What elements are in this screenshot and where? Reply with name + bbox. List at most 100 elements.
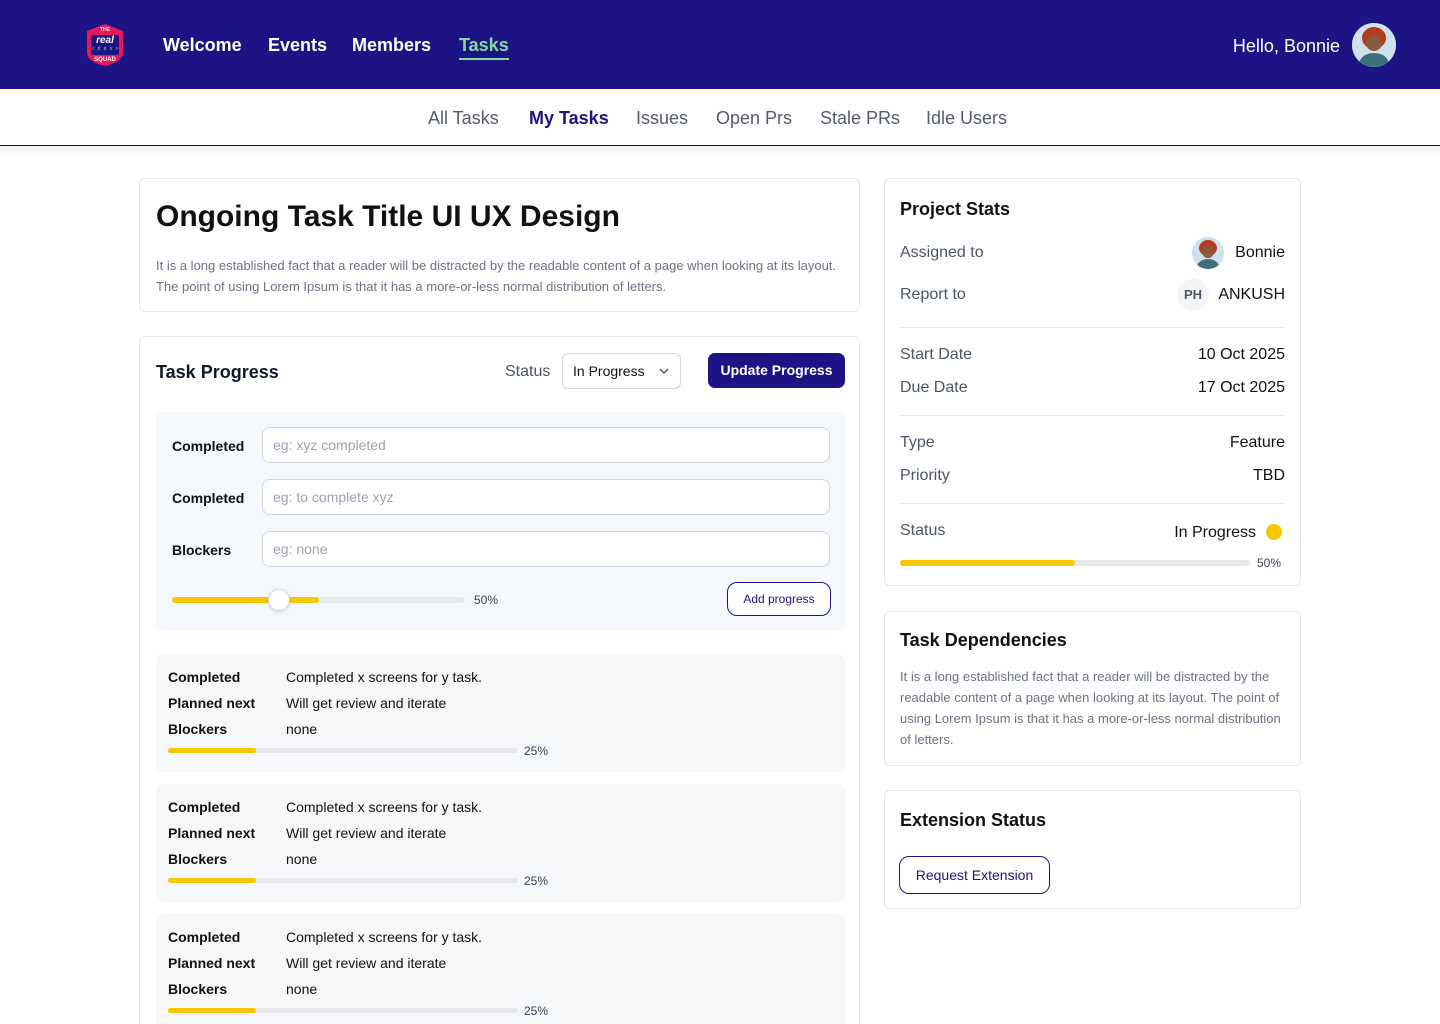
stats-progress-bar — [900, 560, 1250, 566]
update-completed-label: Completed — [168, 929, 241, 945]
update-completed-value: Completed x screens for y task. — [286, 929, 483, 945]
task-title: Ongoing Task Title UI UX Design — [156, 200, 620, 233]
task-description: It is a long established fact that a rea… — [156, 258, 837, 294]
form-label-blockers: Blockers — [172, 542, 232, 558]
user-avatar-icon[interactable] — [1352, 23, 1396, 67]
update-completed-label: Completed — [168, 669, 241, 685]
priority-label: Priority — [900, 467, 950, 484]
subnav-open-prs[interactable]: Open Prs — [716, 107, 792, 129]
update-progress-fill — [168, 748, 256, 753]
progress-slider[interactable] — [172, 589, 465, 611]
nav-members[interactable]: Members — [352, 33, 431, 57]
update-blockers-value: none — [286, 981, 318, 997]
update-progress-value: 25% — [524, 874, 549, 888]
subnav-stale-prs[interactable]: Stale PRs — [820, 107, 900, 129]
update-completed-label: Completed — [168, 799, 241, 815]
project-stats-title: Project Stats — [900, 199, 1011, 219]
subnav-idle-users[interactable]: Idle Users — [926, 107, 1007, 129]
progress-slider-fill — [172, 597, 319, 603]
due-date-value: 17 Oct 2025 — [1197, 379, 1285, 396]
stats-divider — [900, 415, 1285, 416]
stats-divider — [900, 327, 1285, 328]
progress-form-panel: Completed Completed Blockers 50% Add pro… — [156, 412, 845, 630]
update-blockers-value: none — [286, 721, 318, 737]
report-to-value: ANKUSH — [1218, 286, 1285, 303]
real-dev-squad-logo-icon[interactable]: THE real < d e v > SQUAD — [82, 22, 128, 68]
update-progress-fill — [168, 1008, 256, 1013]
type-label: Type — [900, 434, 935, 451]
update-planned-label: Planned next — [168, 695, 256, 711]
update-progress-value: 25% — [524, 1004, 549, 1018]
request-extension-button[interactable]: Request Extension — [899, 856, 1050, 894]
report-to-initials-badge: PH — [1177, 279, 1209, 311]
update-progress-bar — [168, 748, 518, 753]
task-dependencies-card: Task Dependencies It is a long establish… — [884, 611, 1301, 766]
status-select[interactable]: In Progress — [562, 353, 681, 389]
add-progress-button[interactable]: Add progress — [727, 582, 831, 616]
subnav-my-tasks[interactable]: My Tasks — [529, 107, 609, 129]
update-planned-value: Will get review and iterate — [286, 955, 447, 971]
progress-update-item: Completed Completed x screens for y task.… — [156, 914, 845, 1024]
update-planned-value: Will get review and iterate — [286, 695, 447, 711]
status-dot-icon — [1266, 524, 1282, 540]
form-label-planned: Completed — [172, 490, 245, 506]
chevron-down-icon — [658, 355, 670, 402]
nav-events[interactable]: Events — [268, 33, 327, 57]
svg-text:THE: THE — [100, 27, 111, 33]
stats-progress-value: 50% — [1257, 556, 1282, 570]
assigned-to-label: Assigned to — [900, 244, 984, 261]
status-label: Status — [505, 363, 551, 380]
task-subnav: All Tasks My Tasks Issues Open Prs Stale… — [0, 89, 1440, 146]
nav-welcome[interactable]: Welcome — [163, 33, 242, 57]
progress-slider-value: 50% — [474, 593, 499, 607]
blockers-input[interactable] — [262, 531, 830, 567]
stats-status-label: Status — [900, 522, 946, 539]
completed-input[interactable] — [262, 427, 830, 463]
update-blockers-value: none — [286, 851, 318, 867]
project-stats-card: Project Stats Assigned to Bonnie Report … — [884, 178, 1301, 586]
form-label-completed: Completed — [172, 438, 245, 454]
assigned-to-value: Bonnie — [1235, 244, 1285, 261]
priority-value: TBD — [1253, 467, 1285, 484]
nav-tasks[interactable]: Tasks — [459, 33, 509, 60]
report-to-label: Report to — [900, 286, 966, 303]
task-progress-heading: Task Progress — [156, 362, 279, 382]
update-progress-value: 25% — [524, 744, 549, 758]
svg-text:real: real — [96, 35, 114, 46]
due-date-label: Due Date — [900, 379, 968, 396]
stats-divider — [900, 503, 1285, 504]
task-dependencies-description: It is a long established fact that a rea… — [900, 669, 1281, 747]
planned-input[interactable] — [262, 479, 830, 515]
status-select-value: In Progress — [573, 363, 645, 379]
start-date-value: 10 Oct 2025 — [1197, 346, 1285, 363]
subnav-all-tasks[interactable]: All Tasks — [428, 107, 499, 129]
assignee-avatar-icon — [1192, 237, 1224, 269]
progress-update-item: Completed Completed x screens for y task.… — [156, 654, 845, 772]
update-blockers-label: Blockers — [168, 721, 228, 737]
update-planned-label: Planned next — [168, 955, 256, 971]
task-dependencies-title: Task Dependencies — [900, 630, 1067, 650]
progress-slider-thumb[interactable] — [268, 589, 290, 611]
progress-update-item: Completed Completed x screens for y task.… — [156, 784, 845, 902]
update-progress-button[interactable]: Update Progress — [708, 353, 845, 388]
top-navbar: THE real < d e v > SQUAD Welcome Events … — [0, 0, 1440, 89]
update-planned-label: Planned next — [168, 825, 256, 841]
update-progress-bar — [168, 878, 518, 883]
task-progress-card: Task Progress Status In Progress Update … — [139, 336, 860, 1024]
extension-status-title: Extension Status — [900, 810, 1047, 830]
type-value: Feature — [1229, 434, 1285, 451]
update-blockers-label: Blockers — [168, 851, 228, 867]
start-date-label: Start Date — [900, 346, 973, 363]
update-completed-value: Completed x screens for y task. — [286, 669, 483, 685]
update-planned-value: Will get review and iterate — [286, 825, 447, 841]
svg-text:SQUAD: SQUAD — [94, 57, 116, 63]
stats-status-value: In Progress — [1174, 524, 1256, 541]
subnav-issues[interactable]: Issues — [636, 107, 688, 129]
stats-progress-fill — [900, 560, 1075, 566]
update-blockers-label: Blockers — [168, 981, 228, 997]
update-progress-bar — [168, 1008, 518, 1013]
update-completed-value: Completed x screens for y task. — [286, 799, 483, 815]
greeting: Hello, Bonnie — [1232, 36, 1340, 56]
extension-status-card: Extension Status Request Extension — [884, 790, 1301, 909]
task-title-card: Ongoing Task Title UI UX Design It is a … — [139, 178, 860, 312]
